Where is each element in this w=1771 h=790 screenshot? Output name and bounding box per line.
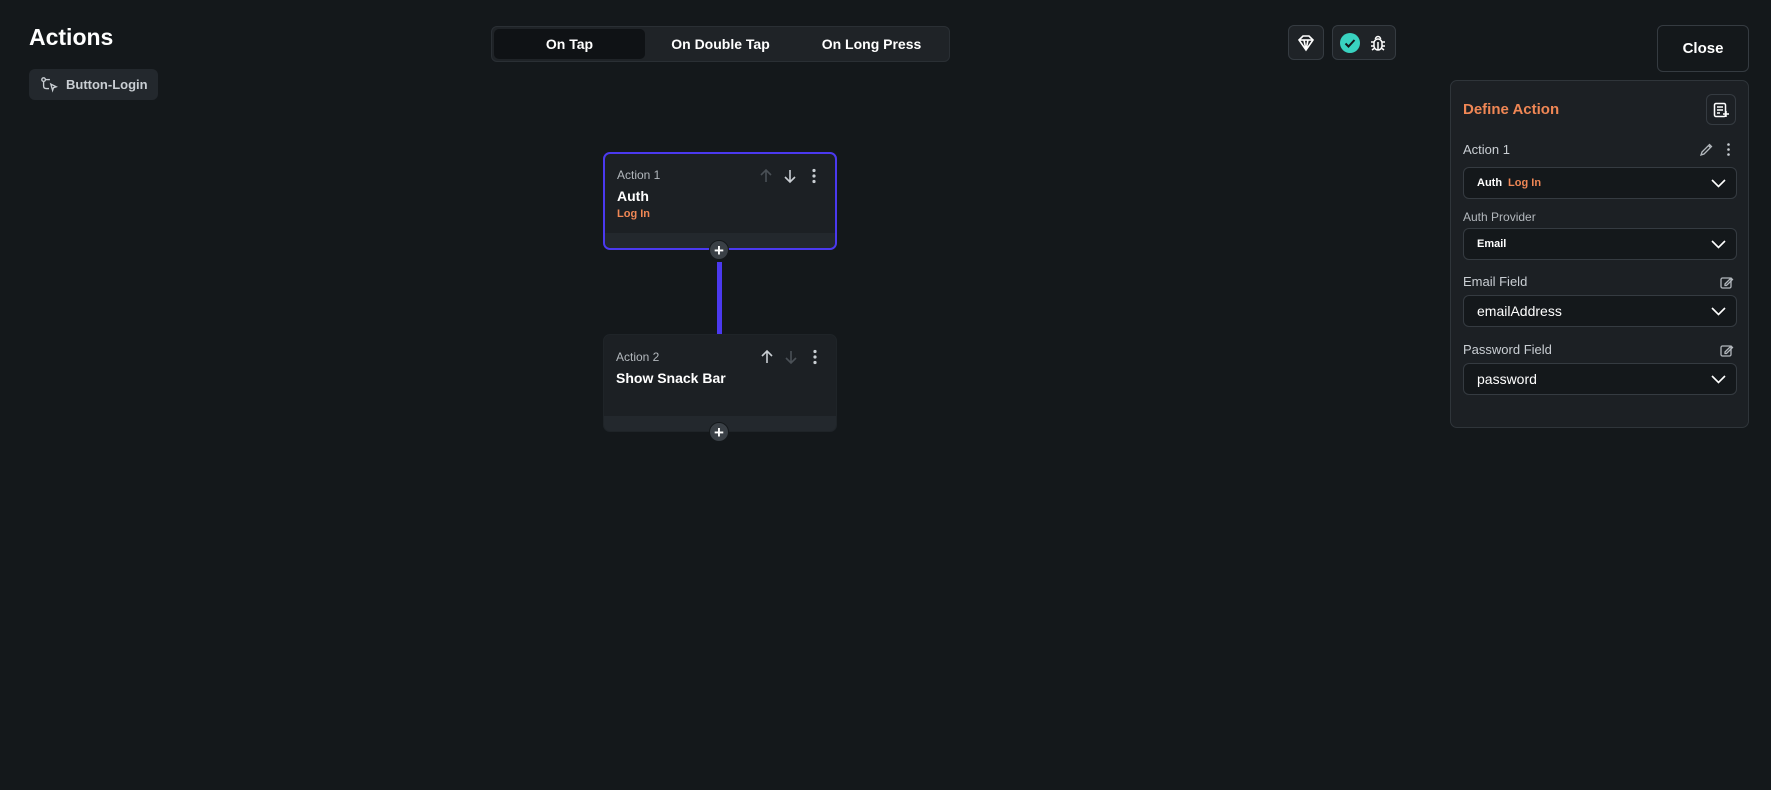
auth-provider-label: Auth Provider — [1463, 210, 1536, 224]
action-type-dropdown[interactable]: Auth Log In — [1463, 167, 1737, 199]
page-title: Actions — [29, 24, 114, 50]
more-vert-icon[interactable] — [1721, 142, 1736, 157]
action-connector — [717, 262, 722, 334]
edit-pencil-icon[interactable] — [1699, 142, 1714, 157]
move-up-icon[interactable] — [757, 167, 775, 185]
chevron-down-icon — [1711, 179, 1726, 188]
move-down-icon[interactable] — [781, 167, 799, 185]
bug-icon — [1371, 35, 1385, 51]
tab-on-double-tap[interactable]: On Double Tap — [645, 29, 796, 59]
action-name: Auth — [617, 188, 649, 204]
more-vert-icon[interactable] — [806, 348, 824, 366]
ai-gem-icon — [1297, 34, 1315, 51]
document-icon — [1713, 102, 1729, 117]
chevron-down-icon — [1711, 240, 1726, 249]
move-down-icon[interactable] — [782, 348, 800, 366]
more-vert-icon[interactable] — [805, 167, 823, 185]
documentation-button[interactable] — [1706, 94, 1736, 125]
email-field-dropdown[interactable]: emailAddress — [1463, 295, 1737, 327]
define-action-panel: Define Action Action 1 Auth Log In Auth … — [1450, 80, 1749, 428]
chevron-down-icon — [1711, 375, 1726, 384]
move-up-icon[interactable] — [758, 348, 776, 366]
password-field-value: password — [1477, 371, 1537, 387]
widget-name: Button-Login — [66, 77, 148, 92]
action-subtitle: Log In — [617, 208, 650, 220]
password-field-dropdown[interactable]: password — [1463, 363, 1737, 395]
widget-selector-chip[interactable]: Button-Login — [29, 69, 158, 100]
edit-variable-icon[interactable] — [1719, 343, 1734, 358]
auth-provider-dropdown[interactable]: Email — [1463, 228, 1737, 260]
action-label: Action 1 — [1463, 142, 1510, 157]
tab-on-long-press[interactable]: On Long Press — [796, 29, 947, 59]
ai-assist-button[interactable] — [1288, 25, 1324, 60]
validation-debug-button[interactable] — [1332, 25, 1396, 60]
chevron-down-icon — [1711, 307, 1726, 316]
action-node-1[interactable]: Action 1 Auth Log In — [603, 152, 837, 250]
tab-on-tap[interactable]: On Tap — [494, 29, 645, 59]
email-field-value: emailAddress — [1477, 303, 1562, 319]
action-name: Show Snack Bar — [616, 370, 726, 386]
panel-title: Define Action — [1463, 101, 1560, 118]
close-button[interactable]: Close — [1657, 25, 1749, 72]
action-type-value: Auth — [1477, 177, 1503, 189]
check-circle-icon — [1340, 32, 1360, 53]
trigger-tabs: On Tap On Double Tap On Long Press — [491, 26, 950, 62]
add-action-button-2[interactable]: + — [709, 422, 729, 442]
auth-provider-value: Email — [1477, 238, 1507, 250]
action-subtype-value: Log In — [1508, 177, 1542, 189]
email-field-label: Email Field — [1463, 274, 1528, 289]
widget-tree-icon — [41, 76, 58, 93]
password-field-label: Password Field — [1463, 342, 1552, 357]
action-node-2[interactable]: Action 2 Show Snack Bar — [603, 334, 837, 432]
edit-variable-icon[interactable] — [1719, 275, 1734, 290]
add-action-button-1[interactable]: + — [709, 240, 729, 260]
